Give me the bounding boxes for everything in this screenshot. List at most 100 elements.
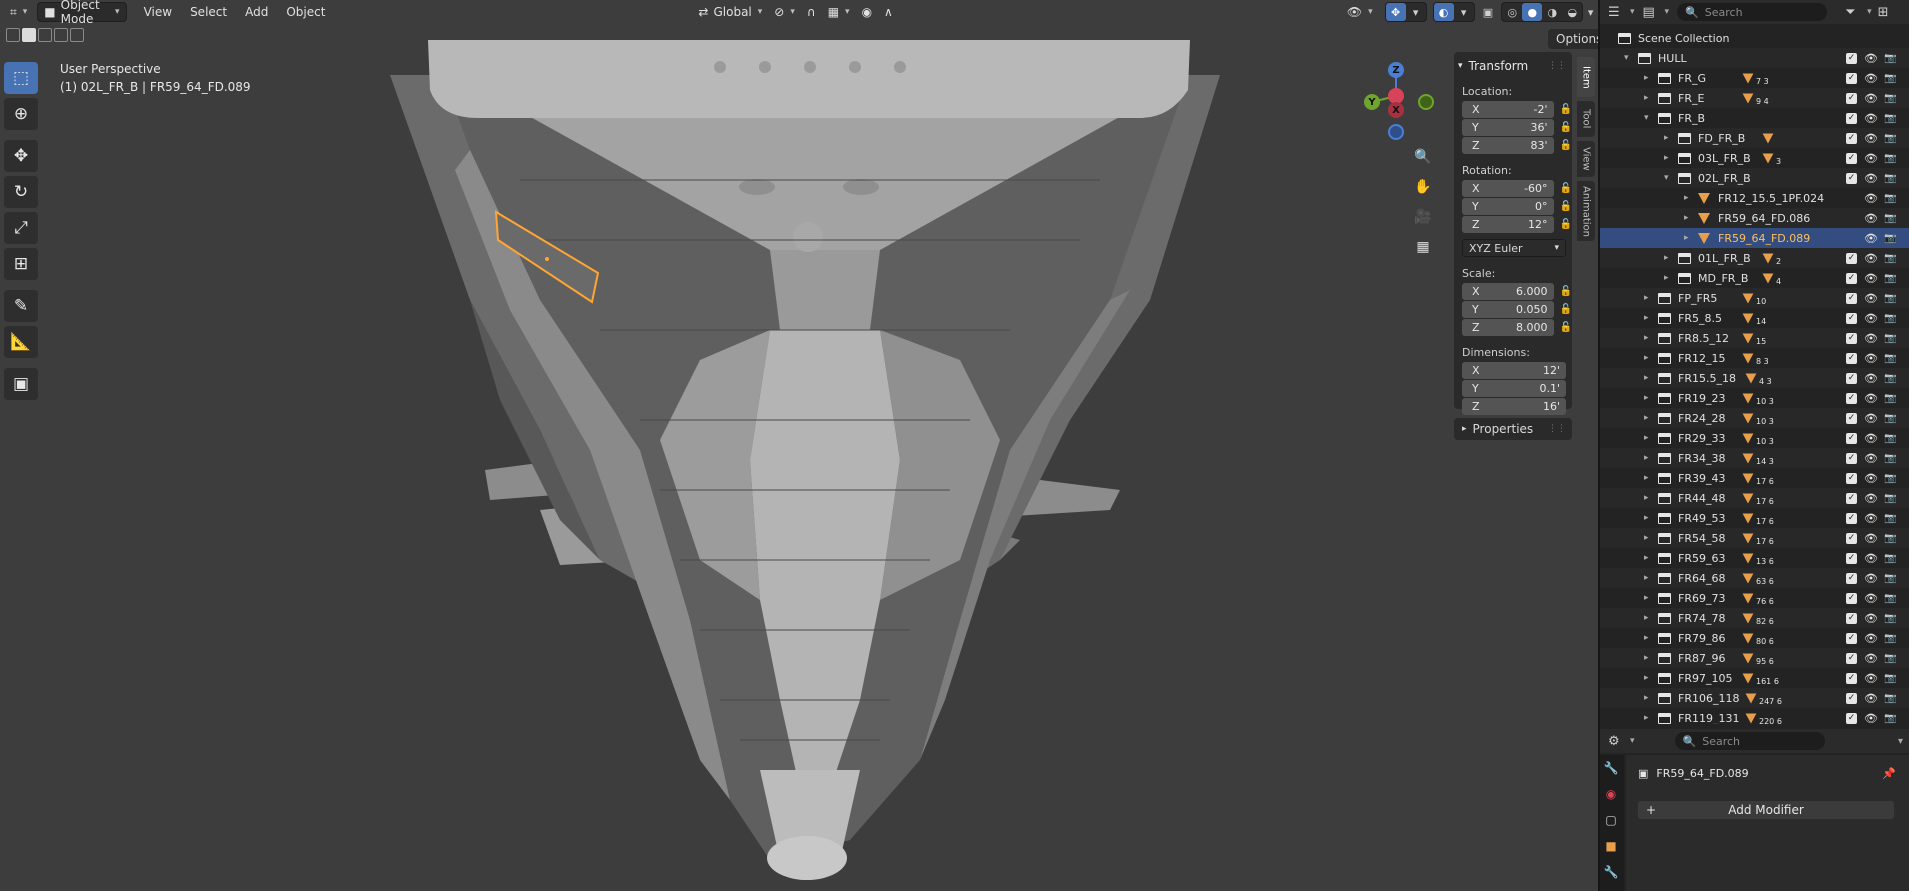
select-invert-mode[interactable] <box>54 28 68 42</box>
chevron-right-icon[interactable]: ▸ <box>1644 73 1654 83</box>
menu-add[interactable]: Add <box>236 2 277 22</box>
eye-icon[interactable]: 👁 <box>1864 172 1878 185</box>
chevron-right-icon[interactable]: ▸ <box>1664 153 1674 163</box>
exclude-checkbox[interactable]: ✓ <box>1846 412 1857 424</box>
lock-icon[interactable]: 🔓 <box>1560 286 1572 297</box>
tab-tool[interactable]: Tool <box>1577 101 1595 137</box>
rendered-shading[interactable]: ◒ <box>1562 3 1582 21</box>
exclude-checkbox[interactable]: ✓ <box>1846 352 1857 364</box>
gizmo-z-axis[interactable]: Z <box>1388 62 1404 78</box>
chevron-down-icon[interactable]: ▾ <box>1644 113 1654 123</box>
outliner-collection-row[interactable]: ▸ FR74_78 82 6 ✓ 👁 📷 <box>1600 608 1909 628</box>
outliner-collection-row[interactable]: ▸ FR5_8.5 14 ✓ 👁 📷 <box>1600 308 1909 328</box>
exclude-checkbox[interactable]: ✓ <box>1846 392 1857 404</box>
location-z-field[interactable]: Z 83' <box>1462 137 1554 154</box>
outliner-collection-row[interactable]: ▸ 03L_FR_B 3 ✓ 👁 📷 <box>1600 148 1909 168</box>
select-subtract-mode[interactable] <box>38 28 52 42</box>
eye-icon[interactable]: 👁 <box>1864 332 1878 345</box>
camera-icon[interactable]: 📷 <box>1884 713 1896 724</box>
camera-icon[interactable]: 📷 <box>1884 253 1896 264</box>
outliner-collection-row[interactable]: ▸ FR29_33 10 3 ✓ 👁 📷 <box>1600 428 1909 448</box>
eye-icon[interactable]: 👁 <box>1864 292 1878 305</box>
menu-select[interactable]: Select <box>181 2 236 22</box>
eye-icon[interactable]: 👁 <box>1864 232 1878 245</box>
chevron-right-icon[interactable]: ▸ <box>1644 553 1654 563</box>
orientation-dropdown[interactable]: ⇄ Global ▾ <box>692 2 768 22</box>
chevron-right-icon[interactable]: ▸ <box>1684 193 1694 203</box>
camera-icon[interactable]: 📷 <box>1884 213 1896 224</box>
location-y-field[interactable]: Y 36' <box>1462 119 1554 136</box>
camera-icon[interactable]: 📷 <box>1884 53 1896 64</box>
outliner-collection-row[interactable]: ▸ FR34_38 14 3 ✓ 👁 📷 <box>1600 448 1909 468</box>
filter-icon[interactable]: ⏷ <box>1845 5 1867 20</box>
camera-icon[interactable]: 📷 <box>1884 673 1896 684</box>
navigation-gizmo[interactable]: Z Y X <box>1348 58 1438 148</box>
eye-icon[interactable]: 👁 <box>1864 132 1878 145</box>
properties-search-input[interactable]: 🔍 Search <box>1674 732 1825 750</box>
eye-icon[interactable]: 👁 <box>1864 532 1878 545</box>
outliner-collection-row[interactable]: ▸ FR24_28 10 3 ✓ 👁 📷 <box>1600 408 1909 428</box>
exclude-checkbox[interactable]: ✓ <box>1846 492 1857 504</box>
dimensions-y-field[interactable]: Y 0.1' <box>1462 380 1566 397</box>
outliner-editor-icon[interactable]: ☰ <box>1608 5 1630 20</box>
chevron-right-icon[interactable]: ▸ <box>1684 233 1694 243</box>
lock-icon[interactable]: 🔓 <box>1560 219 1572 230</box>
camera-icon[interactable]: 📷 <box>1884 573 1896 584</box>
outliner-object-row[interactable]: ▸ FR59_64_FD.086 👁 📷 <box>1600 208 1909 228</box>
pivot-dropdown[interactable]: ⊘ ▾ <box>768 2 801 22</box>
tab-modifiers[interactable]: 🔧 <box>1600 859 1622 885</box>
ortho-toggle-button[interactable]: ▦ <box>1410 234 1436 260</box>
zoom-button[interactable]: 🔍 <box>1410 144 1436 170</box>
select-box-tool[interactable]: ⬚ <box>4 62 38 94</box>
chevron-right-icon[interactable]: ▸ <box>1644 673 1654 683</box>
eye-icon[interactable]: 👁 <box>1864 712 1878 725</box>
outliner-collection-row[interactable]: ▾ HULL ✓ 👁 📷 <box>1600 48 1909 68</box>
rotation-y-field[interactable]: Y 0° <box>1462 198 1554 215</box>
outliner-collection-row[interactable]: ▸ FR_G 7 3 ✓ 👁 📷 <box>1600 68 1909 88</box>
outliner-search-input[interactable]: 🔍 Search <box>1677 3 1828 21</box>
chevron-right-icon[interactable]: ▸ <box>1644 353 1654 363</box>
lock-icon[interactable]: 🔓 <box>1560 201 1572 212</box>
eye-icon[interactable]: 👁 <box>1864 492 1878 505</box>
properties-editor-icon[interactable]: ⚙ <box>1608 734 1630 749</box>
transform-tool[interactable]: ⊞ <box>4 248 38 280</box>
exclude-checkbox[interactable]: ✓ <box>1846 332 1857 344</box>
tab-animation[interactable]: Animation <box>1577 181 1595 241</box>
material-shading[interactable]: ◑ <box>1542 3 1562 21</box>
tab-view[interactable]: View <box>1577 141 1595 177</box>
lock-icon[interactable]: 🔓 <box>1560 140 1572 151</box>
exclude-checkbox[interactable]: ✓ <box>1846 572 1857 584</box>
lock-icon[interactable]: 🔓 <box>1560 122 1572 133</box>
lock-icon[interactable]: 🔓 <box>1560 104 1572 115</box>
exclude-checkbox[interactable]: ✓ <box>1846 132 1857 144</box>
dimensions-z-field[interactable]: Z 16' <box>1462 398 1566 415</box>
solid-shading[interactable]: ● <box>1522 3 1543 21</box>
outliner-object-row[interactable]: ▸ FR59_64_FD.089 👁 📷 <box>1600 228 1909 248</box>
outliner-collection-row[interactable]: ▸ FR97_105 161 6 ✓ 👁 📷 <box>1600 668 1909 688</box>
outliner-collection-row[interactable]: ▾ 02L_FR_B ✓ 👁 📷 <box>1600 168 1909 188</box>
chevron-down-icon[interactable]: ▾ <box>1664 173 1674 183</box>
exclude-checkbox[interactable]: ✓ <box>1846 372 1857 384</box>
outliner-collection-row[interactable]: ▸ MD_FR_B 4 ✓ 👁 📷 <box>1600 268 1909 288</box>
eye-icon[interactable]: 👁 <box>1864 452 1878 465</box>
outliner-collection-row[interactable]: ▸ FR12_15 8 3 ✓ 👁 📷 <box>1600 348 1909 368</box>
exclude-checkbox[interactable]: ✓ <box>1846 272 1857 284</box>
camera-icon[interactable]: 📷 <box>1884 513 1896 524</box>
eye-icon[interactable]: 👁 <box>1864 192 1878 205</box>
outliner-collection-row[interactable]: ▸ FR8.5_12 15 ✓ 👁 📷 <box>1600 328 1909 348</box>
scale-x-field[interactable]: X 6.000 <box>1462 283 1554 300</box>
camera-icon[interactable]: 📷 <box>1884 93 1896 104</box>
camera-icon[interactable]: 📷 <box>1884 633 1896 644</box>
chevron-right-icon[interactable]: ▸ <box>1644 433 1654 443</box>
eye-icon[interactable]: 👁 <box>1864 552 1878 565</box>
camera-icon[interactable]: 📷 <box>1884 393 1896 404</box>
chevron-right-icon[interactable]: ▸ <box>1644 713 1654 723</box>
gizmo-y-neg-axis[interactable] <box>1418 94 1434 110</box>
outliner-collection-row[interactable]: ▸ FR59_63 13 6 ✓ 👁 📷 <box>1600 548 1909 568</box>
outliner-collection-row[interactable]: ▸ FR49_53 17 6 ✓ 👁 📷 <box>1600 508 1909 528</box>
camera-icon[interactable]: 📷 <box>1884 453 1896 464</box>
camera-icon[interactable]: 📷 <box>1884 73 1896 84</box>
outliner-collection-row[interactable]: ▸ FR44_48 17 6 ✓ 👁 📷 <box>1600 488 1909 508</box>
camera-icon[interactable]: 📷 <box>1884 113 1896 124</box>
exclude-checkbox[interactable]: ✓ <box>1846 432 1857 444</box>
